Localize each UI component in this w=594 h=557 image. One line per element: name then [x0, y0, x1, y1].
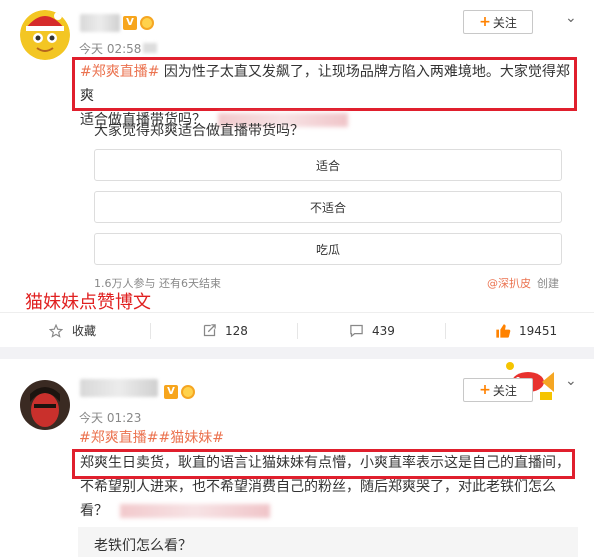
poll-option-label: 不适合 [309, 200, 346, 215]
post-text-line1: 郑爽生日卖货，耿直的语言让猫妹妹有点懵，小爽直率表示这是自己的直播间， [80, 455, 570, 471]
plus-icon: + [479, 14, 491, 30]
post-time[interactable]: 今天 02:58 [79, 40, 141, 57]
topic-tag[interactable]: #郑爽直播##猫妹妹# [79, 430, 224, 446]
topic-tags: #郑爽直播##猫妹妹# [79, 426, 224, 450]
thumbs-up-icon [495, 323, 511, 339]
poll-option-label: 适合 [315, 158, 340, 173]
avatar[interactable] [20, 10, 70, 60]
follow-label: 关注 [492, 15, 517, 30]
chevron-down-icon[interactable]: ⌄ [565, 373, 577, 389]
poll-source-link[interactable]: @深扒皮 [487, 275, 531, 291]
repost-button[interactable]: 128 [201, 313, 248, 348]
username-blurred[interactable] [80, 379, 158, 397]
poll-option-label: 吃瓜 [315, 242, 340, 257]
post-text-line3: 看？ [80, 503, 108, 519]
poll-question: 大家觉得郑爽适合做直播带货吗？ [94, 123, 304, 139]
repost-icon [201, 323, 217, 339]
like-button[interactable]: 19451 [495, 313, 557, 348]
blurred-link [120, 504, 270, 518]
divider [297, 323, 298, 339]
comment-icon [348, 323, 364, 339]
poll-create-link[interactable]: 创建 [537, 275, 559, 291]
overlay-caption: 猫妹妹点赞博文 [25, 292, 151, 313]
medal-icon [181, 385, 195, 399]
post-text-line2: 不希望别人进来，也不希望消费自己的粉丝，随后郑爽哭了，对此老铁们怎么 [80, 479, 556, 495]
divider [150, 323, 151, 339]
favorite-label: 收藏 [72, 324, 97, 338]
topic-tag[interactable]: #郑爽直播# [80, 64, 159, 80]
post-time[interactable]: 今天 01:23 [79, 409, 141, 426]
comment-button[interactable]: 439 [348, 313, 395, 348]
medal-icon [140, 16, 154, 30]
post-text: 郑爽生日卖货，耿直的语言让猫妹妹有点懵，小爽直率表示这是自己的直播间， 不希望别… [80, 451, 580, 523]
favorite-button[interactable]: 收藏 [48, 313, 96, 348]
avatar[interactable] [20, 380, 70, 430]
comment-count: 439 [372, 323, 395, 338]
plus-icon: + [479, 382, 491, 398]
poll-option-not-suitable[interactable]: 不适合 [94, 191, 562, 223]
username-blurred[interactable] [80, 14, 120, 32]
verified-icon: V [164, 385, 178, 399]
follow-button[interactable]: + 关注 [463, 10, 533, 34]
divider [445, 323, 446, 339]
feed-divider [0, 347, 594, 359]
feed-post: V + 关注 ⌄ 今天 02:58 #郑爽直播# 因为性子太直又发飙了，让现场品… [0, 0, 594, 347]
action-bar: 收藏 128 439 19451 [0, 312, 594, 347]
verified-icon: V [123, 16, 137, 30]
poll-option-suitable[interactable]: 适合 [94, 149, 562, 181]
source-blurred [143, 43, 157, 53]
follow-label: 关注 [492, 383, 517, 398]
repost-count: 128 [225, 323, 248, 338]
follow-button[interactable]: + 关注 [463, 378, 533, 402]
poll-option-watch[interactable]: 吃瓜 [94, 233, 562, 265]
poll-question: 老铁们怎么看？ [94, 538, 192, 554]
like-count: 19451 [519, 323, 558, 338]
star-icon [48, 323, 64, 339]
chevron-down-icon[interactable]: ⌄ [565, 10, 577, 26]
